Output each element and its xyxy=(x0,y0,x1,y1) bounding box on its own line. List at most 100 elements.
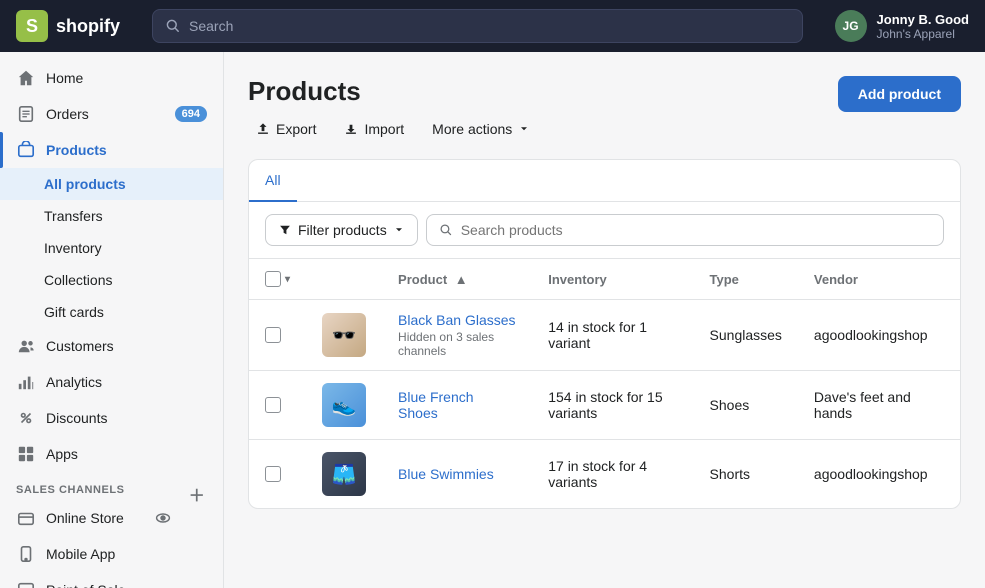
products-icon xyxy=(16,140,36,160)
sidebar-item-collections[interactable]: Collections xyxy=(0,264,223,296)
sales-channels-text: SALES CHANNELS xyxy=(16,484,125,496)
sidebar-label-inventory: Inventory xyxy=(44,240,102,256)
analytics-icon xyxy=(16,372,36,392)
product-type: Shorts xyxy=(694,440,798,509)
online-store-icon xyxy=(16,508,36,528)
avatar: JG xyxy=(835,10,867,42)
sidebar-label-transfers: Transfers xyxy=(44,208,103,224)
sidebar-item-mobile-app[interactable]: Mobile App xyxy=(0,536,223,572)
search-products-input[interactable] xyxy=(461,222,931,238)
add-product-button[interactable]: Add product xyxy=(838,76,961,112)
user-info: Jonny B. Good John's Apparel xyxy=(877,12,969,41)
sort-product-icon[interactable]: ▲ xyxy=(455,272,468,287)
pos-icon xyxy=(16,580,36,588)
search-placeholder: Search xyxy=(189,18,233,34)
shopify-logo-icon: S xyxy=(16,10,48,42)
sidebar-item-inventory[interactable]: Inventory xyxy=(0,232,223,264)
page-header: Products Export Import More actions xyxy=(248,76,961,143)
search-icon xyxy=(165,18,181,34)
product-type: Shoes xyxy=(694,371,798,440)
sidebar-label-orders: Orders xyxy=(46,106,89,122)
top-nav: S shopify Search JG Jonny B. Good John's… xyxy=(0,0,985,52)
sidebar-label-collections: Collections xyxy=(44,272,112,288)
product-inventory: 14 in stock for 1 variant xyxy=(532,300,693,371)
tab-all-label: All xyxy=(265,172,281,188)
sidebar-label-home: Home xyxy=(46,70,83,86)
row-checkbox[interactable] xyxy=(265,397,281,413)
logo: S shopify xyxy=(16,10,136,42)
product-vendor: agoodlookingshop xyxy=(798,440,960,509)
customers-icon xyxy=(16,336,36,356)
product-cell: Blue French Shoes xyxy=(398,389,516,421)
apps-icon xyxy=(16,444,36,464)
col-inventory: Inventory xyxy=(532,259,693,300)
more-actions-button[interactable]: More actions xyxy=(424,115,538,143)
sidebar-item-apps[interactable]: Apps xyxy=(0,436,223,472)
products-table-card: All Filter products xyxy=(248,159,961,509)
sidebar-item-discounts[interactable]: Discounts xyxy=(0,400,223,436)
sidebar-label-apps: Apps xyxy=(46,446,78,462)
product-name-link[interactable]: Black Ban Glasses xyxy=(398,312,516,328)
chevron-down-icon xyxy=(518,123,530,135)
discounts-icon xyxy=(16,408,36,428)
sidebar-label-gift-cards: Gift cards xyxy=(44,304,104,320)
import-icon xyxy=(344,122,358,136)
export-button[interactable]: Export xyxy=(248,115,324,143)
sales-channels-label: SALES CHANNELS ＋ xyxy=(0,472,223,500)
row-checkbox[interactable] xyxy=(265,466,281,482)
tabs: All xyxy=(249,160,960,202)
row-checkbox[interactable] xyxy=(265,327,281,343)
global-search-bar[interactable]: Search xyxy=(152,9,803,43)
page-title: Products xyxy=(248,76,538,107)
product-thumbnail: 🩳 xyxy=(322,452,366,496)
product-name-link[interactable]: Blue French Shoes xyxy=(398,389,473,421)
user-area[interactable]: JG Jonny B. Good John's Apparel xyxy=(835,10,969,42)
table-row: 👟 Blue French Shoes 154 in stock for 15 … xyxy=(249,371,960,440)
product-vendor: agoodlookingshop xyxy=(798,300,960,371)
sidebar-item-gift-cards[interactable]: Gift cards xyxy=(0,296,223,328)
select-all-checkbox[interactable] xyxy=(265,271,281,287)
eye-icon[interactable] xyxy=(155,510,171,526)
main-layout: Home Orders 694 Products All products Tr… xyxy=(0,52,985,588)
sidebar-item-customers[interactable]: Customers xyxy=(0,328,223,364)
sidebar-label-online-store: Online Store xyxy=(46,510,124,526)
page-actions: Export Import More actions xyxy=(248,115,538,143)
more-actions-label: More actions xyxy=(432,121,512,137)
sidebar-label-analytics: Analytics xyxy=(46,374,102,390)
export-label: Export xyxy=(276,121,316,137)
product-inventory: 17 in stock for 4 variants xyxy=(532,440,693,509)
sidebar-label-discounts: Discounts xyxy=(46,410,107,426)
tab-all[interactable]: All xyxy=(249,160,297,202)
sidebar-item-transfers[interactable]: Transfers xyxy=(0,200,223,232)
products-table: ▾ Product ▲ Inventory Type xyxy=(249,259,960,508)
sidebar-label-all-products: All products xyxy=(44,176,126,192)
product-cell: Blue Swimmies xyxy=(398,466,516,482)
filter-products-button[interactable]: Filter products xyxy=(265,214,418,246)
select-all-chevron[interactable]: ▾ xyxy=(285,274,290,285)
product-name-link[interactable]: Blue Swimmies xyxy=(398,466,494,482)
import-button[interactable]: Import xyxy=(336,115,412,143)
logo-text: shopify xyxy=(56,16,120,37)
search-products-icon xyxy=(439,223,453,237)
product-type: Sunglasses xyxy=(694,300,798,371)
mobile-app-icon xyxy=(16,544,36,564)
filter-chevron-icon xyxy=(393,224,405,236)
sidebar-item-point-of-sale[interactable]: Point of Sale xyxy=(0,572,223,588)
add-sales-channel-btn[interactable]: ＋ xyxy=(187,484,207,504)
sidebar-item-analytics[interactable]: Analytics xyxy=(0,364,223,400)
main-content: Products Export Import More actions xyxy=(224,52,985,588)
product-cell: Black Ban Glasses Hidden on 3 sales chan… xyxy=(398,312,516,358)
search-products-bar[interactable] xyxy=(426,214,944,246)
add-product-label: Add product xyxy=(858,86,941,102)
sidebar-item-orders[interactable]: Orders 694 xyxy=(0,96,223,132)
sidebar-label-customers: Customers xyxy=(46,338,114,354)
orders-icon xyxy=(16,104,36,124)
sidebar-item-online-store[interactable]: Online Store xyxy=(0,500,187,536)
sidebar-label-pos: Point of Sale xyxy=(46,582,125,588)
sidebar-item-products[interactable]: Products xyxy=(0,132,223,168)
sidebar-item-home[interactable]: Home xyxy=(0,60,223,96)
sidebar: Home Orders 694 Products All products Tr… xyxy=(0,52,224,588)
import-label: Import xyxy=(364,121,404,137)
col-type: Type xyxy=(694,259,798,300)
sidebar-item-all-products[interactable]: All products xyxy=(0,168,223,200)
